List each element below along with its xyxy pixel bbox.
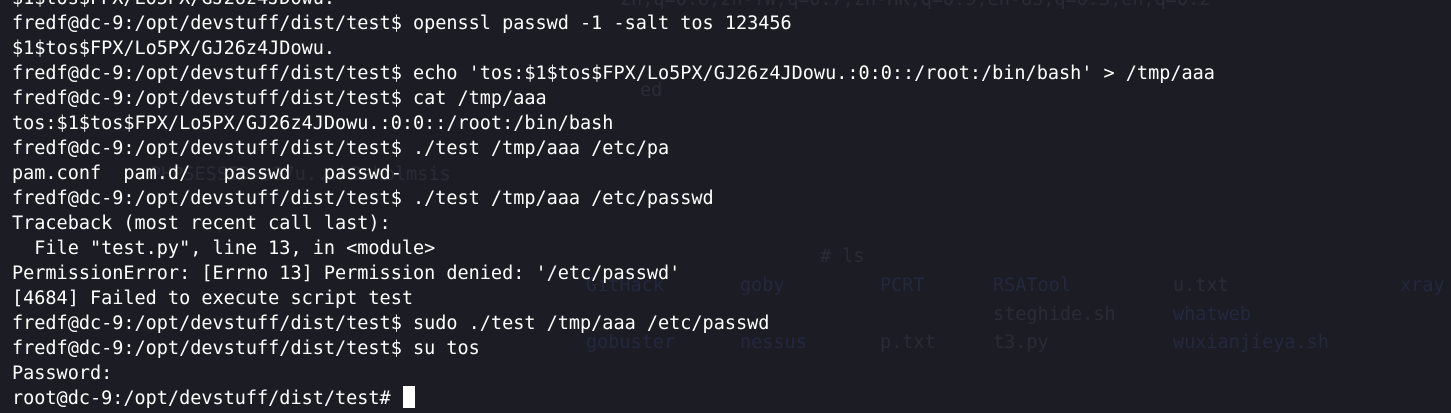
- terminal-line: Traceback (most recent call last):: [12, 213, 391, 234]
- terminal-line: fredf@dc-9:/opt/devstuff/dist/test$ ./te…: [12, 188, 714, 209]
- terminal-output[interactable]: $1$tos$FPX/Lo5PX/GJ26z4JDowu. fredf@dc-9…: [12, 0, 1442, 411]
- terminal-line: tos:$1$tos$FPX/Lo5PX/GJ26z4JDowu.:0:0::/…: [12, 113, 614, 134]
- root-prompt: root@dc-9:/opt/devstuff/dist/test#: [12, 388, 402, 409]
- terminal-line: $1$tos$FPX/Lo5PX/GJ26z4JDowu.: [12, 38, 336, 59]
- terminal-line: fredf@dc-9:/opt/devstuff/dist/test$ cat …: [12, 88, 547, 109]
- terminal-line: File "test.py", line 13, in <module>: [12, 238, 436, 259]
- terminal-input-line[interactable]: root@dc-9:/opt/devstuff/dist/test#: [12, 386, 1442, 411]
- terminal-line: fredf@dc-9:/opt/devstuff/dist/test$ sudo…: [12, 313, 770, 334]
- terminal-line: Password:: [12, 363, 113, 384]
- terminal-line: fredf@dc-9:/opt/devstuff/dist/test$ ./te…: [12, 138, 670, 159]
- block-cursor-icon: [402, 386, 415, 408]
- terminal-line: fredf@dc-9:/opt/devstuff/dist/test$ su t…: [12, 338, 480, 359]
- terminal-window[interactable]: zh;q=0.8,zh-TW;q=0.7,zh-HK;q=0.5,en-US;q…: [0, 0, 1451, 413]
- terminal-line: PermissionError: [Errno 13] Permission d…: [12, 263, 681, 284]
- terminal-line: pam.conf pam.d/ passwd passwd-: [12, 163, 402, 184]
- terminal-line: fredf@dc-9:/opt/devstuff/dist/test$ echo…: [12, 63, 1215, 84]
- terminal-line: $1$tos$FPX/Lo5PX/GJ26z4JDowu.: [12, 0, 1442, 11]
- terminal-line: fredf@dc-9:/opt/devstuff/dist/test$ open…: [12, 13, 792, 34]
- terminal-line: [4684] Failed to execute script test: [12, 288, 413, 309]
